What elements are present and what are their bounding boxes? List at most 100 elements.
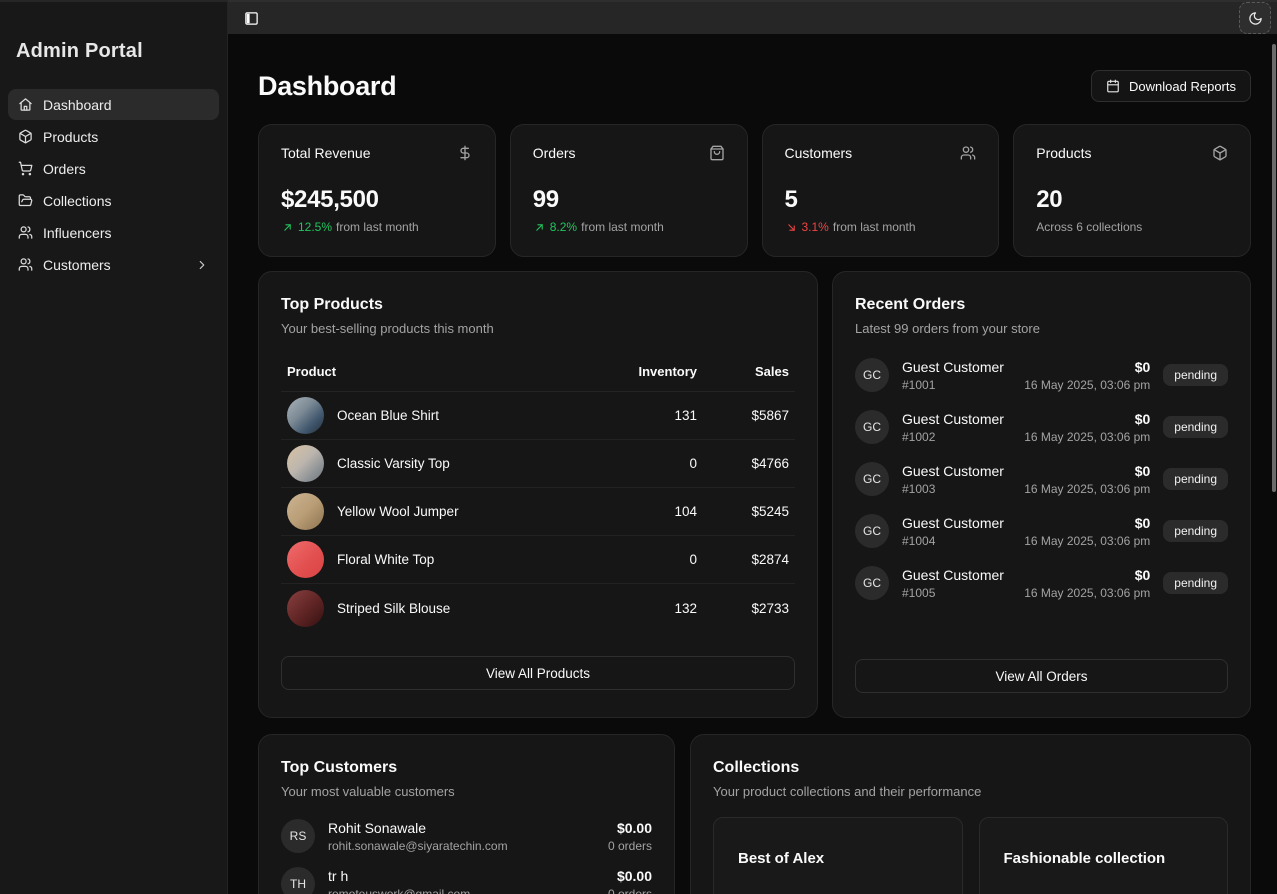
product-sales: $5245 [697, 504, 789, 519]
stat-label: Total Revenue [281, 145, 371, 161]
status-badge: pending [1163, 416, 1228, 438]
order-amount: $0 [1024, 567, 1150, 583]
avatar: TH [281, 867, 315, 894]
product-sales: $4766 [697, 456, 789, 471]
product-sales: $2733 [697, 601, 789, 616]
order-amount: $0 [1024, 359, 1150, 375]
collections-grid: Best of Alex Fashionable collection [713, 817, 1228, 894]
stat-note: Across 6 collections [1036, 220, 1142, 234]
list-item[interactable]: GC Guest Customer #1005 $0 16 May 2025, … [855, 566, 1228, 600]
order-id: #1004 [902, 534, 1024, 548]
product-image [287, 590, 324, 627]
list-item[interactable]: GC Guest Customer #1004 $0 16 May 2025, … [855, 514, 1228, 548]
list-item[interactable]: TH tr h remoteuswork@gmail.com $0.00 0 o… [281, 867, 652, 894]
sidebar-item-products[interactable]: Products [8, 121, 219, 152]
top-products-table: Product Inventory Sales Ocean Blue Shirt… [281, 358, 795, 632]
column-header-product: Product [287, 364, 587, 379]
collection-item[interactable]: Fashionable collection [979, 817, 1229, 894]
customer-email: remoteuswork@gmail.com [328, 887, 608, 894]
sidebar-item-label: Dashboard [43, 97, 112, 113]
customer-amount: $0.00 [608, 868, 652, 884]
status-badge: pending [1163, 364, 1228, 386]
home-icon [18, 97, 33, 112]
stats-row: Total Revenue $245,500 12.5% from last m… [258, 124, 1251, 257]
section-title: Recent Orders [855, 296, 1228, 314]
product-inventory: 104 [587, 504, 697, 519]
stat-label: Orders [533, 145, 576, 161]
product-name: Ocean Blue Shirt [337, 408, 587, 423]
order-customer-name: Guest Customer [902, 359, 1024, 375]
product-image [287, 445, 324, 482]
download-reports-label: Download Reports [1129, 79, 1236, 94]
orders-list: GC Guest Customer #1001 $0 16 May 2025, … [855, 358, 1228, 659]
dashboard-content: Dashboard Download Reports Total Revenue… [228, 34, 1277, 894]
sidebar-item-label: Influencers [43, 225, 111, 241]
view-all-orders-button[interactable]: View All Orders [855, 659, 1228, 693]
sidebar-toggle-button[interactable] [238, 5, 264, 31]
customer-name: Rohit Sonawale [328, 820, 608, 836]
order-id: #1001 [902, 378, 1024, 392]
table-row[interactable]: Yellow Wool Jumper 104 $5245 [281, 488, 795, 536]
sidebar-item-label: Customers [43, 257, 111, 273]
stat-card-orders: Orders 99 8.2% from last month [510, 124, 748, 257]
table-row[interactable]: Striped Silk Blouse 132 $2733 [281, 584, 795, 632]
order-customer-name: Guest Customer [902, 463, 1024, 479]
order-date: 16 May 2025, 03:06 pm [1024, 534, 1150, 548]
avatar: RS [281, 819, 315, 853]
avatar: GC [855, 410, 889, 444]
order-amount: $0 [1024, 411, 1150, 427]
collection-item[interactable]: Best of Alex [713, 817, 963, 894]
order-date: 16 May 2025, 03:06 pm [1024, 378, 1150, 392]
theme-toggle-button[interactable] [1239, 2, 1271, 34]
trend-positive: 8.2% [533, 220, 577, 234]
sidebar-item-label: Products [43, 129, 98, 145]
order-id: #1005 [902, 586, 1024, 600]
list-item[interactable]: GC Guest Customer #1002 $0 16 May 2025, … [855, 410, 1228, 444]
sidebar-item-collections[interactable]: Collections [8, 185, 219, 216]
top-products-card: Top Products Your best-selling products … [258, 271, 818, 718]
download-reports-button[interactable]: Download Reports [1091, 70, 1251, 102]
avatar: GC [855, 514, 889, 548]
section-title: Collections [713, 759, 1228, 777]
stat-card-customers: Customers 5 3.1% from last month [762, 124, 1000, 257]
sidebar-item-orders[interactable]: Orders [8, 153, 219, 184]
product-name: Striped Silk Blouse [337, 601, 587, 616]
scrollbar[interactable] [1272, 44, 1276, 492]
product-image [287, 541, 324, 578]
list-item[interactable]: GC Guest Customer #1003 $0 16 May 2025, … [855, 462, 1228, 496]
stat-value: 99 [533, 186, 725, 214]
main-area: Dashboard Download Reports Total Revenue… [228, 0, 1277, 894]
trend-positive: 12.5% [281, 220, 332, 234]
topbar [228, 0, 1277, 34]
table-row[interactable]: Classic Varsity Top 0 $4766 [281, 440, 795, 488]
product-image [287, 397, 324, 434]
sidebar-item-customers[interactable]: Customers [8, 249, 219, 280]
sidebar-item-influencers[interactable]: Influencers [8, 217, 219, 248]
sidebar-item-dashboard[interactable]: Dashboard [8, 89, 219, 120]
collection-name: Best of Alex [738, 850, 938, 867]
trend-up-icon [281, 221, 294, 234]
table-row[interactable]: Floral White Top 0 $2874 [281, 536, 795, 584]
avatar: GC [855, 358, 889, 392]
trend-percent: 3.1% [802, 220, 829, 234]
section-subtitle: Your product collections and their perfo… [713, 784, 1228, 799]
avatar: GC [855, 462, 889, 496]
section-subtitle: Your best-selling products this month [281, 321, 795, 336]
customer-amount: $0.00 [608, 820, 652, 836]
product-inventory: 131 [587, 408, 697, 423]
customer-email: rohit.sonawale@siyaratechin.com [328, 839, 608, 853]
order-customer-name: Guest Customer [902, 515, 1024, 531]
trend-suffix: from last month [833, 220, 916, 234]
list-item[interactable]: GC Guest Customer #1001 $0 16 May 2025, … [855, 358, 1228, 392]
product-name: Classic Varsity Top [337, 456, 587, 471]
sidebar-item-label: Collections [43, 193, 111, 209]
trend-suffix: from last month [336, 220, 419, 234]
product-name: Yellow Wool Jumper [337, 504, 587, 519]
panel-left-icon [244, 11, 259, 26]
product-name: Floral White Top [337, 552, 587, 567]
trend-suffix: from last month [581, 220, 664, 234]
list-item[interactable]: RS Rohit Sonawale rohit.sonawale@siyarat… [281, 819, 652, 853]
table-row[interactable]: Ocean Blue Shirt 131 $5867 [281, 392, 795, 440]
trend-percent: 8.2% [550, 220, 577, 234]
view-all-products-button[interactable]: View All Products [281, 656, 795, 690]
